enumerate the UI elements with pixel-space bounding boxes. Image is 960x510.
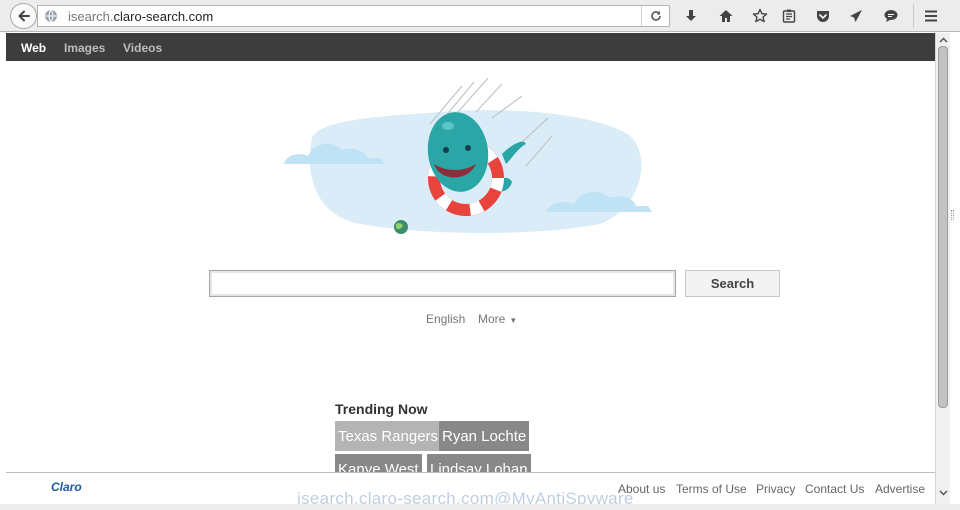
reload-button[interactable] [641,6,669,26]
language-link[interactable]: English [426,312,465,326]
downloads-icon[interactable] [681,6,701,26]
browser-toolbar: isearch.claro-search.com [0,0,960,32]
footer-link-terms[interactable]: Terms of Use [676,482,747,496]
url-text: isearch.claro-search.com [68,9,213,24]
scroll-down-icon[interactable] [939,488,948,498]
menu-icon[interactable] [921,6,941,26]
vertical-scrollbar[interactable] [935,33,950,504]
url-prefix: isearch. [68,9,114,24]
claro-logo[interactable]: Claro [51,480,82,494]
url-domain: claro-search.com [113,9,214,24]
nav-images[interactable]: Images [64,41,105,55]
send-icon[interactable] [846,6,866,26]
window-frame-bottom [0,504,960,510]
trending-chip[interactable]: Texas Rangers [335,421,442,451]
scroll-thumb[interactable] [938,46,948,408]
footer-link-contact[interactable]: Contact Us [805,482,864,496]
globe-icon [45,9,57,23]
window-resize-grip[interactable] [951,210,954,220]
address-bar[interactable]: isearch.claro-search.com [37,5,670,27]
bookmark-star-icon[interactable] [750,6,770,26]
nav-web[interactable]: Web [21,41,46,55]
home-icon[interactable] [716,6,736,26]
nav-videos[interactable]: Videos [123,41,162,55]
tiny-globe [394,220,408,234]
back-arrow-icon [18,10,30,22]
reload-icon [650,11,661,21]
caret-down-icon: ▼ [509,316,518,325]
more-link[interactable]: More ▼ [478,312,517,326]
footer-link-privacy[interactable]: Privacy [756,482,795,496]
trending-chip[interactable]: Ryan Lochte [439,421,530,451]
trending-title: Trending Now [335,401,428,417]
more-label: More [478,312,506,326]
whale-illustration [284,78,652,234]
toolbar-separator [913,4,914,28]
back-button[interactable] [10,3,37,29]
reading-list-icon[interactable] [779,6,799,26]
search-navbar: Web Images Videos [6,33,935,61]
search-button[interactable]: Search [685,270,780,297]
scroll-up-icon[interactable] [939,35,948,45]
chat-icon[interactable] [881,6,901,26]
pocket-icon[interactable] [813,6,833,26]
search-input[interactable] [209,270,676,297]
footer-link-advertise[interactable]: Advertise [875,482,925,496]
